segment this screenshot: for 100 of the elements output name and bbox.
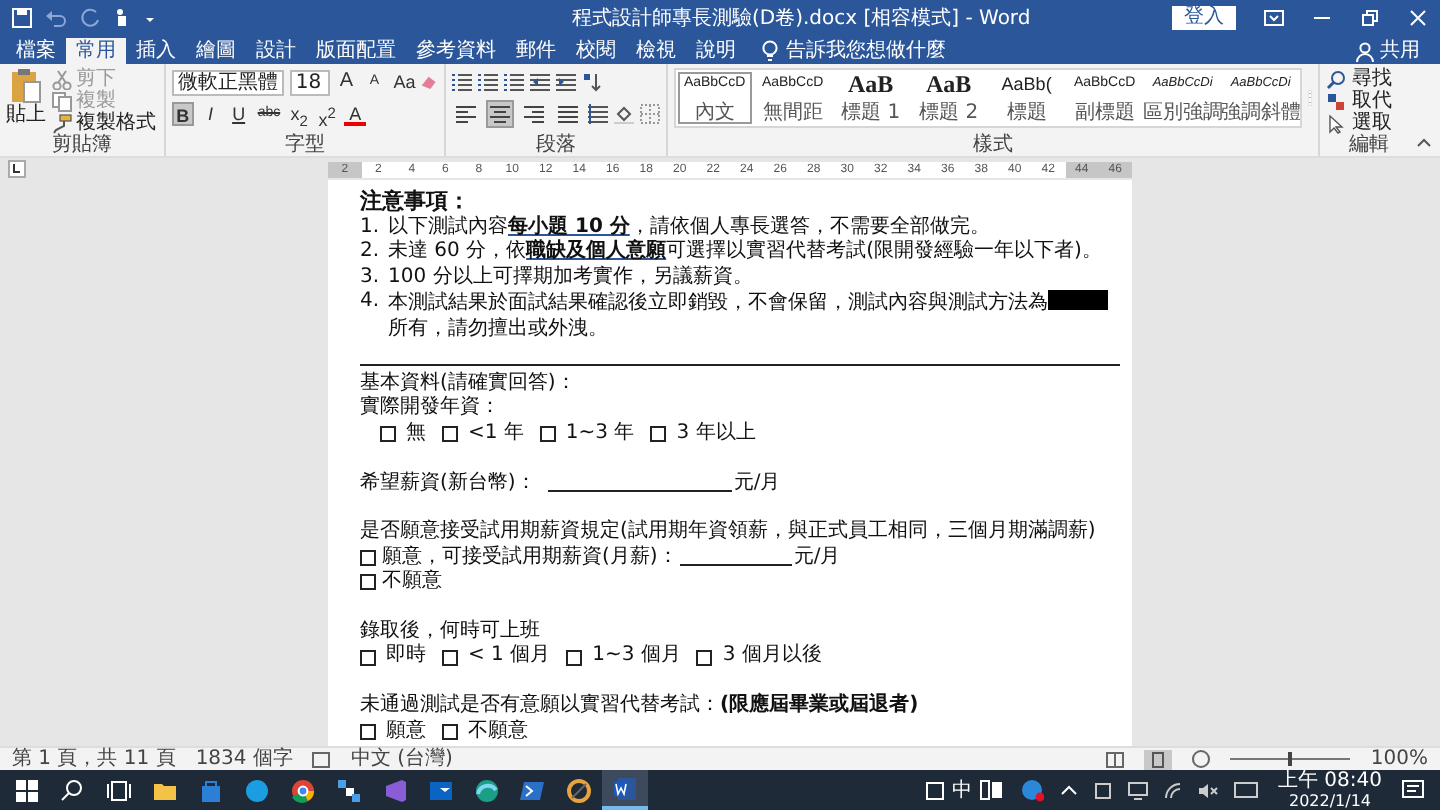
ribbon-tab[interactable]: 插入 <box>126 38 186 64</box>
align-right-button[interactable] <box>519 100 548 128</box>
font-name-field[interactable]: 微軟正黑體 <box>171 69 284 95</box>
terminal-icon[interactable] <box>520 777 546 803</box>
font-sub-button[interactable]: x$_{2}$ <box>288 102 311 126</box>
checkbox[interactable] <box>566 649 583 666</box>
font-italic-button[interactable]: I <box>199 102 222 126</box>
checkbox[interactable] <box>442 649 458 666</box>
hand-icon[interactable] <box>114 8 130 28</box>
clock-date[interactable]: 2022/1/14 <box>1288 791 1372 809</box>
tray-app-icon[interactable] <box>1094 781 1112 799</box>
clock-time[interactable]: 上午 08:40 <box>1278 771 1382 791</box>
checkbox[interactable] <box>360 649 376 666</box>
save-icon[interactable] <box>12 8 32 28</box>
task-view-icon[interactable] <box>106 777 132 803</box>
font-grow-button[interactable]: A <box>335 70 358 94</box>
group-label: 編輯 <box>1346 134 1391 156</box>
checkbox[interactable] <box>360 574 376 591</box>
checkbox[interactable] <box>539 426 556 443</box>
network-icon[interactable] <box>1164 781 1182 799</box>
ribbon-shape-icon[interactable] <box>382 777 408 803</box>
checkbox[interactable] <box>696 649 713 666</box>
font-bold-button[interactable]: B <box>171 102 194 126</box>
undo-icon[interactable] <box>46 8 66 28</box>
checkbox[interactable] <box>360 723 376 740</box>
zoom-slider-thumb[interactable] <box>1288 752 1293 766</box>
wave-app-icon[interactable] <box>474 777 500 803</box>
checkbox[interactable] <box>650 426 667 443</box>
ribbon-display-icon[interactable] <box>1264 8 1284 28</box>
checkbox[interactable] <box>360 549 376 566</box>
font-sup-button[interactable]: x$^{2}$ <box>316 102 339 126</box>
keyboard-layout-icon[interactable] <box>926 781 944 799</box>
share-label: 共用 <box>1380 38 1420 64</box>
paste-button[interactable]: 貼上 <box>6 68 46 134</box>
print-layout-icon[interactable] <box>1144 749 1173 769</box>
notification-icon[interactable] <box>1402 779 1424 801</box>
magnifier-icon <box>1325 69 1346 89</box>
speaker-muted-icon[interactable] <box>1198 781 1218 799</box>
caret-up-icon[interactable] <box>1060 781 1078 799</box>
input-method-indicator[interactable]: 中 <box>952 779 972 801</box>
editing-replace-button[interactable]: 取代 <box>1325 90 1412 112</box>
editing-select-button[interactable]: 選取 <box>1325 112 1412 134</box>
keyboard-icon[interactable] <box>1234 782 1258 798</box>
align-center-button[interactable] <box>485 100 514 128</box>
ribbon-tab[interactable]: 檔案 <box>6 38 66 64</box>
zoom-percent[interactable]: 100% <box>1370 748 1428 770</box>
font-case-button[interactable]: Aa <box>391 70 415 94</box>
ribbon-tab[interactable]: 郵件 <box>506 38 566 64</box>
style-gallery-item[interactable]: AaBb( 標題 <box>987 70 1066 126</box>
mail-app-icon[interactable] <box>428 777 454 803</box>
collapse-ribbon-icon[interactable] <box>1416 134 1432 150</box>
ribbon-tab[interactable]: 設計 <box>246 38 306 64</box>
sort-icon[interactable] <box>581 72 602 92</box>
align-justify-button[interactable] <box>553 100 582 128</box>
line-spacing-icon[interactable] <box>587 104 608 124</box>
display-icon[interactable] <box>1128 781 1148 799</box>
checkbox[interactable] <box>442 426 458 443</box>
restore-icon[interactable] <box>1360 8 1380 28</box>
font-underline-button[interactable]: U <box>227 102 250 126</box>
blocks-icon[interactable] <box>336 777 362 803</box>
bag-icon[interactable] <box>198 777 224 803</box>
document-app-icon[interactable] <box>612 775 638 801</box>
tab-stop-icon[interactable] <box>8 160 26 178</box>
ribbon-tab[interactable]: 參考資料 <box>406 38 506 64</box>
redo-icon[interactable] <box>80 8 100 28</box>
paint-app-icon[interactable] <box>566 777 592 803</box>
search-icon[interactable] <box>60 777 86 803</box>
proofing-icon[interactable] <box>312 751 331 767</box>
browser-icon[interactable] <box>290 777 316 803</box>
help-badge-icon[interactable] <box>1020 778 1044 802</box>
checkbox[interactable] <box>442 723 458 740</box>
start-button[interactable] <box>14 777 40 803</box>
ribbon-tab[interactable]: 校閱 <box>566 38 626 64</box>
editing-find-button[interactable]: 尋找 <box>1325 68 1412 90</box>
ribbon-tab[interactable]: 說明 <box>686 38 746 64</box>
page-count[interactable]: 第 1 頁，共 11 頁 <box>12 748 176 770</box>
paint-bucket-icon[interactable] <box>613 104 634 124</box>
read-mode-icon[interactable] <box>1106 751 1125 767</box>
style-gallery-item[interactable]: AaB 標題 2 <box>909 70 988 126</box>
language-label[interactable]: 中文 (台灣) <box>350 748 453 770</box>
font-color-button[interactable]: A <box>344 102 367 126</box>
align-left-button[interactable] <box>451 100 480 128</box>
ime-grid-icon[interactable] <box>980 780 1004 800</box>
word-count[interactable]: 1834 個字 <box>195 748 293 770</box>
sign-in-button[interactable]: 登入 <box>1172 6 1236 30</box>
circle-app-icon[interactable] <box>244 777 270 803</box>
ribbon-tab[interactable]: 檢視 <box>626 38 686 64</box>
ribbon-tab[interactable]: 繪圖 <box>186 38 246 64</box>
checkbox[interactable] <box>380 426 396 443</box>
share-button[interactable]: 共用 <box>1356 38 1440 64</box>
font-size-field[interactable]: 18 <box>289 69 330 95</box>
style-gallery-item[interactable]: AaB 標題 1 <box>831 70 910 126</box>
increase-indent-icon[interactable] <box>555 72 576 92</box>
ribbon-tab[interactable]: 版面配置 <box>306 38 406 64</box>
ribbon-tab[interactable]: 常用 <box>66 38 126 64</box>
group-label: 剪貼簿 <box>49 134 114 156</box>
web-layout-icon[interactable] <box>1192 750 1211 768</box>
clipboard-painter-button[interactable]: 複製格式 <box>52 112 156 134</box>
decrease-indent-icon[interactable] <box>529 72 550 92</box>
close-icon[interactable] <box>1408 8 1428 28</box>
